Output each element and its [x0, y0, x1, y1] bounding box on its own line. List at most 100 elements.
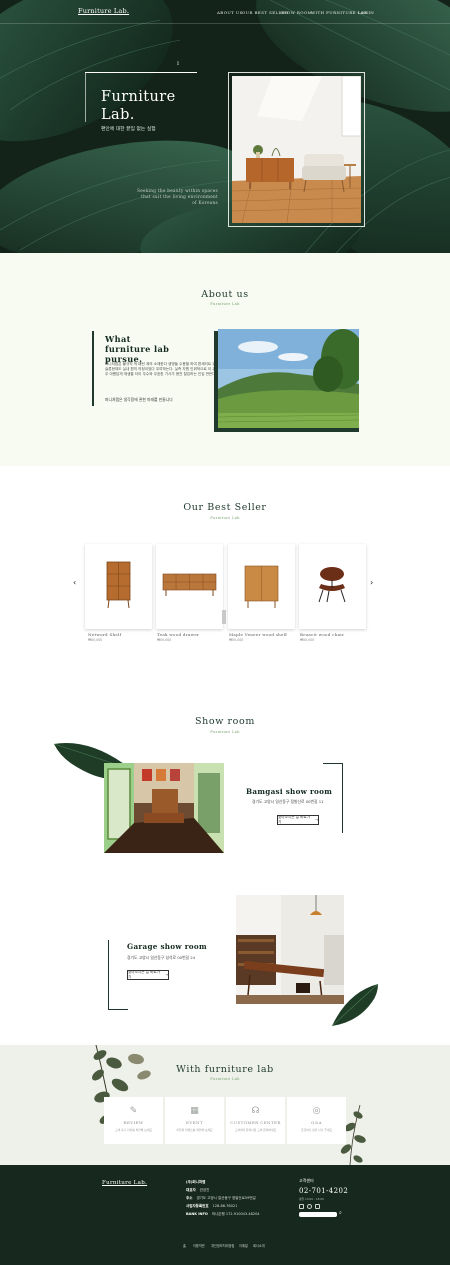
pen-icon: ✎ [129, 1106, 138, 1116]
garage-frame-line [108, 1009, 128, 1010]
card-description: 고객 후기 리뷰를 확인해 보세요 [114, 1128, 152, 1132]
nav-link-show-room[interactable]: SHOW ROOM [280, 10, 312, 15]
button-label: 찾아오시는 길 바로가기 [128, 970, 161, 979]
bamgasi-frame-line [342, 763, 343, 833]
footer-value: 128-86-76021 [212, 1204, 238, 1208]
card-description: 이달의 이벤트를 확인해 보세요 [176, 1128, 213, 1132]
search-icon[interactable]: ⌕ [339, 1210, 342, 1216]
carousel-scroll-indicator[interactable] [222, 610, 226, 624]
footer-company: (주)퍼니처랩 [186, 1180, 209, 1185]
bamgasi-address: 경기도 고양시 일산동구 정발산로 00번길 11 [252, 799, 324, 804]
headset-icon: ☊ [251, 1106, 260, 1116]
card-label: CUSTOMER CENTER [230, 1120, 281, 1125]
about-heading-line2: furniture lab [105, 344, 170, 354]
footer-key: 대표자 [186, 1188, 196, 1192]
nav-link-login[interactable]: LOGIN [358, 10, 374, 15]
hero-room-photo [232, 76, 361, 223]
top-navigation: Furniture Lab. ABOUT US OUR BEST SELLER … [0, 0, 450, 24]
with-title: With furniture lab [176, 1064, 274, 1075]
with-section [0, 1045, 450, 1165]
footer-social [299, 1204, 320, 1209]
product-name[interactable]: Bruacit wood chair [300, 632, 344, 637]
bamgasi-frame-line [323, 763, 343, 764]
product-price: ₩00,000 [300, 638, 315, 642]
best-seller-subtitle: Furniture Lab [210, 516, 240, 520]
hero-title-line2: Lab. [101, 107, 135, 123]
card-label: REVIEW [123, 1120, 144, 1125]
garage-address: 경기도 고양시 일산동구 성석로 00번길 24 [127, 955, 196, 960]
footer-link-about[interactable]: 회사소개 [253, 1243, 265, 1248]
about-subtitle: Furniture Lab [210, 302, 240, 306]
customer-center-card[interactable]: ☊ CUSTOMER CENTER 고객센터 문의사항 고객 문의하세요 [226, 1097, 285, 1144]
product-card[interactable] [228, 544, 295, 629]
card-label: Q&A [311, 1120, 322, 1125]
product-name[interactable]: Teak wood drawer [157, 632, 199, 637]
footer-link-privacy[interactable]: 개인정보처리방침 [211, 1243, 234, 1248]
hero-title-line1: Furniture [101, 89, 176, 105]
about-accent-bar [92, 331, 94, 406]
blog-icon[interactable] [315, 1204, 320, 1209]
footer-key: BANK INFO [186, 1212, 208, 1216]
best-seller-title: Our Best Seller [183, 502, 267, 513]
card-label: EVENT [186, 1120, 203, 1125]
bamgasi-directions-button[interactable]: 찾아오시는 길 바로가기 → [277, 815, 319, 825]
bamgasi-showroom-title: Bamgasi show room [246, 787, 333, 796]
carousel-next-arrow-icon[interactable]: › [370, 578, 373, 587]
product-price: ₩00,000 [157, 638, 172, 642]
footer-business-number: 사업자등록번호 128-86-76021 [186, 1204, 237, 1209]
garage-showroom-title: Garage show room [127, 942, 207, 951]
product-card[interactable] [156, 544, 223, 629]
product-name[interactable]: Maple Veneer wood shelf [229, 632, 287, 637]
button-label: 찾아오시는 길 바로가기 [278, 815, 311, 824]
instagram-icon[interactable] [299, 1204, 304, 1209]
about-landscape-photo [218, 329, 359, 428]
bamgasi-showroom-photo [104, 763, 224, 853]
footer-link-email[interactable]: 이메일 [239, 1243, 248, 1248]
product-image-shelf [106, 561, 131, 609]
card-description: 고객센터 문의사항 고객 문의하세요 [234, 1128, 277, 1132]
footer-address: 주소 경기도 고양시 일산동구 정발산로59번길 [186, 1196, 256, 1201]
facebook-icon[interactable] [307, 1204, 312, 1209]
footer-key: (주)퍼니처랩 [186, 1180, 206, 1184]
hero-quote: Seeking the beauty within spaces that su… [118, 188, 218, 206]
footer-value: 경기도 고양시 일산동구 정발산로59번길 [196, 1196, 256, 1200]
event-card[interactable]: ▦ EVENT 이달의 이벤트를 확인해 보세요 [165, 1097, 224, 1144]
footer-logo[interactable]: Furniture Lab. [102, 1180, 147, 1186]
about-tagline: 퍼니처랩은 생각함에 관한 미래를 만들니다 [105, 397, 173, 402]
hero-section [0, 0, 450, 253]
calendar-icon: ▦ [190, 1106, 199, 1116]
card-description: 궁금하신 점을 남겨 주세요 [301, 1128, 332, 1132]
product-image-wood-shelf [244, 565, 279, 608]
footer-search-input[interactable] [299, 1212, 337, 1217]
footer-hours: 평일 10:00 - 18:00 [299, 1197, 324, 1201]
garage-directions-button[interactable]: 찾아오시는 길 바로가기 → [127, 970, 169, 980]
nav-link-about-us[interactable]: ABOUT US [217, 10, 243, 15]
about-heading-line1: What [105, 334, 131, 344]
product-card[interactable] [85, 544, 152, 629]
footer-key: 주소 [186, 1196, 193, 1200]
product-card[interactable] [299, 544, 366, 629]
leaf-background [0, 0, 450, 253]
footer-key: 사업자등록번호 [186, 1204, 209, 1208]
review-card[interactable]: ✎ REVIEW 고객 후기 리뷰를 확인해 보세요 [104, 1097, 163, 1144]
show-room-title: Show room [195, 716, 255, 727]
product-price: ₩00,000 [88, 638, 103, 642]
footer-link-terms[interactable]: 이용약관 [193, 1243, 205, 1248]
footer-link-home[interactable]: 홈 [183, 1243, 186, 1248]
garage-frame-line [108, 940, 109, 1010]
carousel-prev-arrow-icon[interactable]: ‹ [73, 578, 76, 587]
show-room-subtitle: Furniture Lab [210, 730, 240, 734]
product-image-drawer [162, 573, 217, 596]
footer-cs-title: 고객센터 [299, 1178, 314, 1183]
arrow-right-icon: → [314, 818, 318, 822]
hero-quote-line3: of Koreans [192, 200, 218, 205]
product-price: ₩00,000 [229, 638, 244, 642]
bulb-icon: ◎ [312, 1106, 321, 1116]
hero-divider [85, 72, 197, 73]
hero-title: Furniture Lab. [101, 88, 176, 124]
text-cursor-icon: I [177, 61, 179, 67]
qna-card[interactable]: ◎ Q&A 궁금하신 점을 남겨 주세요 [287, 1097, 346, 1144]
footer-phone: 02-701-4202 [299, 1187, 349, 1195]
brand-logo[interactable]: Furniture Lab. [78, 7, 129, 15]
product-name[interactable]: Netword Shelf [88, 632, 121, 637]
